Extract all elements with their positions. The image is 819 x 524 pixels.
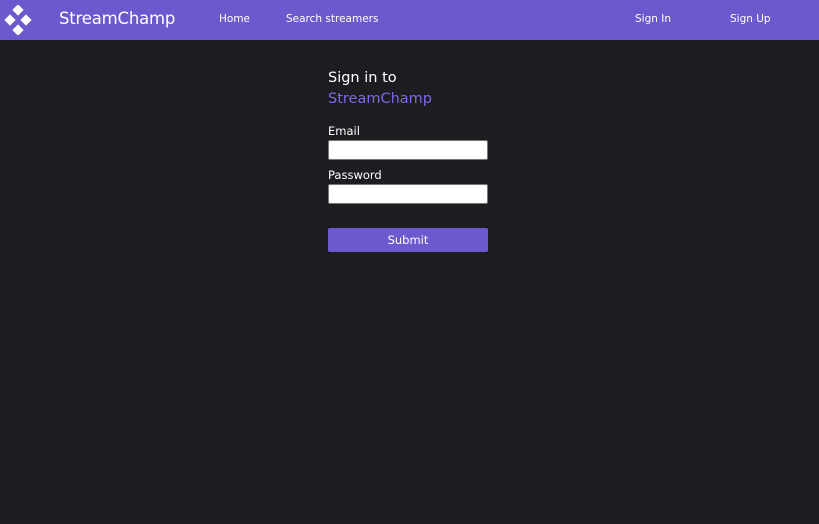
password-field[interactable] [328,184,488,204]
nav-link-search-streamers[interactable]: Search streamers [286,13,378,25]
brand-name[interactable]: StreamChamp [59,9,175,28]
sign-in-form: Sign in to StreamChamp Email Password Su… [328,68,488,252]
password-label: Password [328,168,382,182]
email-field[interactable] [328,140,488,160]
nav-link-sign-up[interactable]: Sign Up [730,13,771,25]
nav-link-sign-in[interactable]: Sign In [635,13,671,25]
diamond-grid-logo-icon[interactable] [3,5,33,35]
nav-link-home[interactable]: Home [219,13,250,25]
form-title: Sign in to [328,70,397,86]
top-navbar: StreamChamp Home Search streamers Sign I… [0,0,819,40]
email-label: Email [328,124,360,138]
submit-button[interactable]: Submit [328,228,488,252]
form-title-brand: StreamChamp [328,91,432,107]
